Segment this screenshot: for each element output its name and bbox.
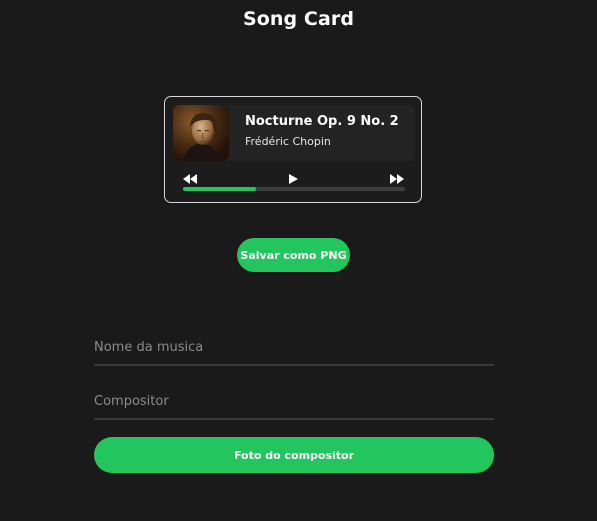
fast-forward-icon[interactable] [390, 174, 404, 184]
composer-input[interactable] [94, 384, 494, 420]
composer-photo-button[interactable]: Foto do compositor [94, 437, 494, 473]
progress-fill [183, 187, 257, 191]
progress-bar[interactable] [183, 187, 405, 191]
song-title: Nocturne Op. 9 No. 2 [245, 114, 399, 129]
song-info: Nocturne Op. 9 No. 2 Frédéric Chopin [173, 105, 415, 161]
save-png-button[interactable]: Salvar como PNG [237, 238, 350, 272]
composer-portrait-image [173, 105, 229, 161]
song-artist: Frédéric Chopin [245, 135, 331, 148]
play-icon[interactable] [289, 174, 298, 184]
page-title: Song Card [242, 8, 355, 30]
song-name-input[interactable] [94, 330, 494, 366]
page: Song Card Nocturne Op. 9 No. 2 Frédéric … [0, 0, 597, 521]
rewind-icon[interactable] [183, 174, 197, 184]
